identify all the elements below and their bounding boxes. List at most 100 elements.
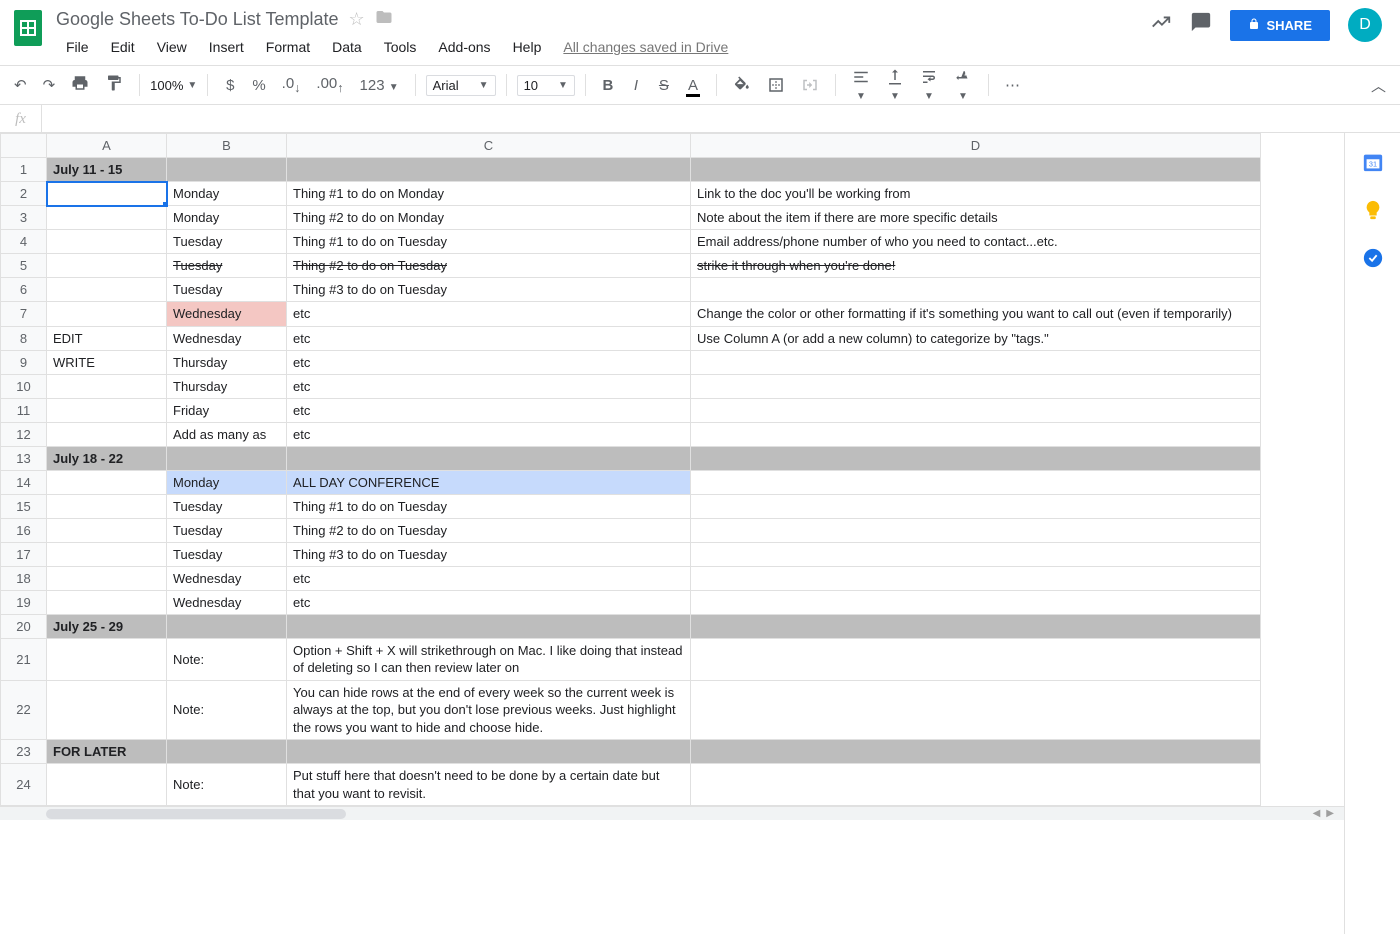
row-header[interactable]: 10 (1, 374, 47, 398)
borders-button[interactable] (761, 72, 791, 98)
row-header[interactable]: 4 (1, 230, 47, 254)
document-title[interactable]: Google Sheets To-Do List Template (56, 9, 339, 30)
cell-A24[interactable] (47, 764, 167, 806)
collapse-toolbar-button[interactable]: ︿ (1365, 71, 1392, 100)
cell-B14[interactable]: Monday (167, 470, 287, 494)
cell-D2[interactable]: Link to the doc you'll be working from (691, 182, 1261, 206)
cell-B12[interactable]: Add as many as (167, 422, 287, 446)
font-size-select[interactable]: 10▼ (517, 75, 575, 96)
cell-D3[interactable]: Note about the item if there are more sp… (691, 206, 1261, 230)
menu-file[interactable]: File (56, 35, 99, 59)
cell-C21[interactable]: Option + Shift + X will strikethrough on… (287, 638, 691, 680)
cell-C17[interactable]: Thing #3 to do on Tuesday (287, 542, 691, 566)
cell-B23[interactable] (167, 740, 287, 764)
cell-D6[interactable] (691, 278, 1261, 302)
cell-C10[interactable]: etc (287, 374, 691, 398)
cell-D21[interactable] (691, 638, 1261, 680)
row-header[interactable]: 6 (1, 278, 47, 302)
cell-B3[interactable]: Monday (167, 206, 287, 230)
cell-C24[interactable]: Put stuff here that doesn't need to be d… (287, 764, 691, 806)
cell-D19[interactable] (691, 590, 1261, 614)
column-header-C[interactable]: C (287, 134, 691, 158)
cell-C1[interactable] (287, 158, 691, 182)
cell-D16[interactable] (691, 518, 1261, 542)
cell-A12[interactable] (47, 422, 167, 446)
keep-addon-icon[interactable] (1362, 199, 1384, 221)
cell-C14[interactable]: ALL DAY CONFERENCE (287, 470, 691, 494)
cell-B11[interactable]: Friday (167, 398, 287, 422)
cell-A10[interactable] (47, 374, 167, 398)
menu-format[interactable]: Format (256, 35, 320, 59)
row-header[interactable]: 22 (1, 680, 47, 740)
more-toolbar-button[interactable]: ⋯ (999, 72, 1026, 98)
text-rotation-button[interactable]: ▼ (948, 64, 978, 107)
cell-B10[interactable]: Thursday (167, 374, 287, 398)
horizontal-align-button[interactable]: ▼ (846, 64, 876, 107)
cell-B21[interactable]: Note: (167, 638, 287, 680)
cell-B20[interactable] (167, 614, 287, 638)
row-header[interactable]: 21 (1, 638, 47, 680)
cell-A20[interactable]: July 25 - 29 (47, 614, 167, 638)
bold-button[interactable]: B (596, 73, 620, 98)
redo-button[interactable]: ↷ (37, 72, 62, 98)
more-formats-button[interactable]: 123 ▼ (354, 73, 405, 98)
menu-help[interactable]: Help (503, 35, 552, 59)
cell-B22[interactable]: Note: (167, 680, 287, 740)
zoom-select[interactable]: 100%▼ (150, 78, 197, 93)
cell-B9[interactable]: Thursday (167, 350, 287, 374)
cell-D10[interactable] (691, 374, 1261, 398)
cell-B5[interactable]: Tuesday (167, 254, 287, 278)
cell-A3[interactable] (47, 206, 167, 230)
cell-C6[interactable]: Thing #3 to do on Tuesday (287, 278, 691, 302)
row-header[interactable]: 17 (1, 542, 47, 566)
star-icon[interactable]: ☆ (349, 9, 365, 30)
cell-A17[interactable] (47, 542, 167, 566)
cell-A6[interactable] (47, 278, 167, 302)
cell-A4[interactable] (47, 230, 167, 254)
cell-A2[interactable] (47, 182, 167, 206)
cell-A16[interactable] (47, 518, 167, 542)
cell-D7[interactable]: Change the color or other formatting if … (691, 302, 1261, 327)
cell-C13[interactable] (287, 446, 691, 470)
row-header[interactable]: 12 (1, 422, 47, 446)
format-currency-button[interactable]: $ (218, 73, 242, 98)
row-header[interactable]: 1 (1, 158, 47, 182)
text-color-button[interactable]: A (680, 73, 706, 98)
cell-D14[interactable] (691, 470, 1261, 494)
decrease-decimal-button[interactable]: .0↓ (276, 71, 307, 99)
print-button[interactable] (65, 70, 95, 100)
format-percent-button[interactable]: % (246, 73, 271, 98)
italic-button[interactable]: I (624, 73, 648, 98)
cell-A18[interactable] (47, 566, 167, 590)
cell-B24[interactable]: Note: (167, 764, 287, 806)
row-header[interactable]: 3 (1, 206, 47, 230)
cell-D4[interactable]: Email address/phone number of who you ne… (691, 230, 1261, 254)
cell-C3[interactable]: Thing #2 to do on Monday (287, 206, 691, 230)
cell-A7[interactable] (47, 302, 167, 327)
cell-B6[interactable]: Tuesday (167, 278, 287, 302)
row-header[interactable]: 20 (1, 614, 47, 638)
row-header[interactable]: 18 (1, 566, 47, 590)
cell-A19[interactable] (47, 590, 167, 614)
menu-data[interactable]: Data (322, 35, 372, 59)
sheets-logo[interactable] (8, 8, 48, 48)
cell-C23[interactable] (287, 740, 691, 764)
cell-C5[interactable]: Thing #2 to do on Tuesday (287, 254, 691, 278)
cell-B17[interactable]: Tuesday (167, 542, 287, 566)
row-header[interactable]: 24 (1, 764, 47, 806)
cell-B15[interactable]: Tuesday (167, 494, 287, 518)
row-header[interactable]: 9 (1, 350, 47, 374)
cell-D11[interactable] (691, 398, 1261, 422)
account-avatar[interactable]: D (1348, 8, 1382, 42)
vertical-align-button[interactable]: ▼ (880, 64, 910, 107)
cell-D20[interactable] (691, 614, 1261, 638)
cell-C8[interactable]: etc (287, 326, 691, 350)
comments-icon[interactable] (1190, 11, 1212, 39)
formula-input[interactable] (42, 105, 1400, 132)
cell-D8[interactable]: Use Column A (or add a new column) to ca… (691, 326, 1261, 350)
row-header[interactable]: 11 (1, 398, 47, 422)
cell-A8[interactable]: EDIT (47, 326, 167, 350)
save-status[interactable]: All changes saved in Drive (563, 35, 728, 59)
cell-C12[interactable]: etc (287, 422, 691, 446)
column-header-B[interactable]: B (167, 134, 287, 158)
